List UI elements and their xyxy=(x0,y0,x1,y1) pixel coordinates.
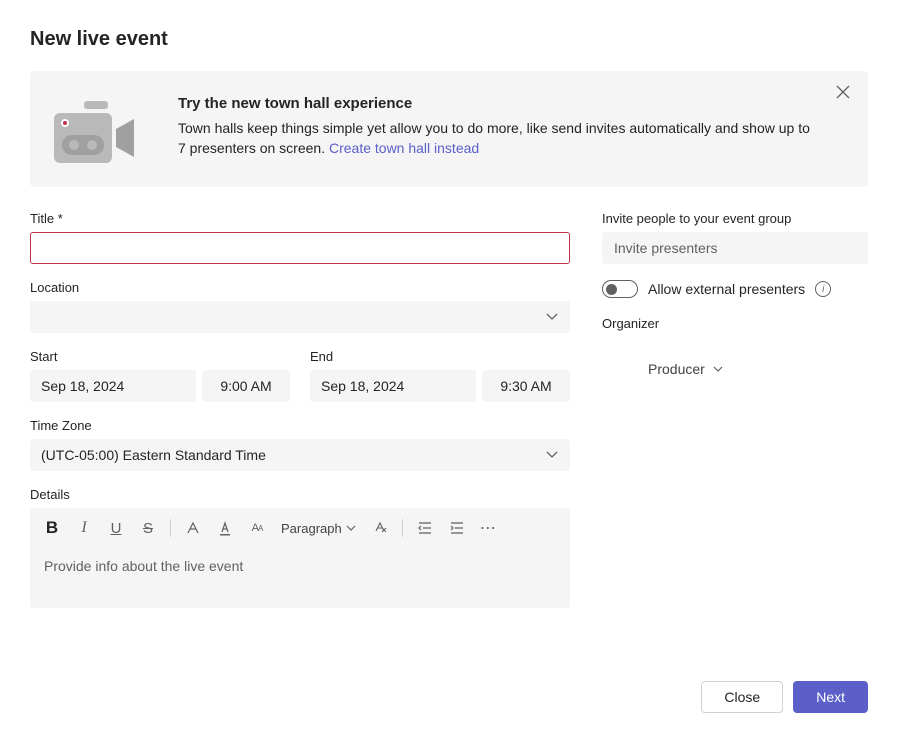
organizer-label: Organizer xyxy=(602,316,868,331)
invite-presenters-input[interactable] xyxy=(602,232,868,264)
end-time-input[interactable] xyxy=(482,370,570,402)
italic-button[interactable]: I xyxy=(70,514,98,542)
close-button[interactable]: Close xyxy=(701,681,783,713)
page-title: New live event xyxy=(30,28,868,51)
camera-icon xyxy=(54,95,150,163)
chevron-down-icon xyxy=(713,366,723,372)
invite-label: Invite people to your event group xyxy=(602,211,868,226)
highlight-button[interactable] xyxy=(179,514,207,542)
underline-button[interactable]: U xyxy=(102,514,130,542)
details-label: Details xyxy=(30,487,570,502)
start-date-input[interactable] xyxy=(30,370,196,402)
location-label: Location xyxy=(30,280,570,295)
banner-body: Town halls keep things simple yet allow … xyxy=(178,118,818,159)
font-size-button[interactable]: AA xyxy=(243,514,271,542)
producer-role-select[interactable]: Producer xyxy=(602,361,868,377)
clear-format-button[interactable] xyxy=(366,514,394,542)
next-button[interactable]: Next xyxy=(793,681,868,713)
font-color-button[interactable] xyxy=(211,514,239,542)
allow-external-label: Allow external presenters xyxy=(648,281,805,297)
info-icon[interactable]: i xyxy=(815,281,831,297)
strikethrough-button[interactable]: S xyxy=(134,514,162,542)
townhall-banner: Try the new town hall experience Town ha… xyxy=(30,71,868,187)
title-label: Title * xyxy=(30,211,570,226)
banner-title: Try the new town hall experience xyxy=(178,95,818,112)
create-townhall-link[interactable]: Create town hall instead xyxy=(329,140,479,156)
bold-button[interactable]: B xyxy=(38,514,66,542)
allow-external-toggle[interactable] xyxy=(602,280,638,298)
details-editor[interactable]: Provide info about the live event xyxy=(30,548,570,608)
location-select[interactable] xyxy=(30,301,570,333)
title-input[interactable] xyxy=(30,232,570,264)
timezone-select[interactable] xyxy=(30,439,570,471)
more-options-button[interactable]: ⋯ xyxy=(475,514,503,542)
indent-decrease-button[interactable] xyxy=(411,514,439,542)
editor-toolbar: B I U S AA Paragraph xyxy=(30,508,570,548)
start-label: Start xyxy=(30,349,290,364)
paragraph-select[interactable]: Paragraph xyxy=(275,521,362,536)
end-date-input[interactable] xyxy=(310,370,476,402)
close-icon[interactable] xyxy=(836,85,850,99)
end-label: End xyxy=(310,349,570,364)
indent-increase-button[interactable] xyxy=(443,514,471,542)
start-time-input[interactable] xyxy=(202,370,290,402)
timezone-label: Time Zone xyxy=(30,418,570,433)
banner-text: Town halls keep things simple yet allow … xyxy=(178,120,810,156)
